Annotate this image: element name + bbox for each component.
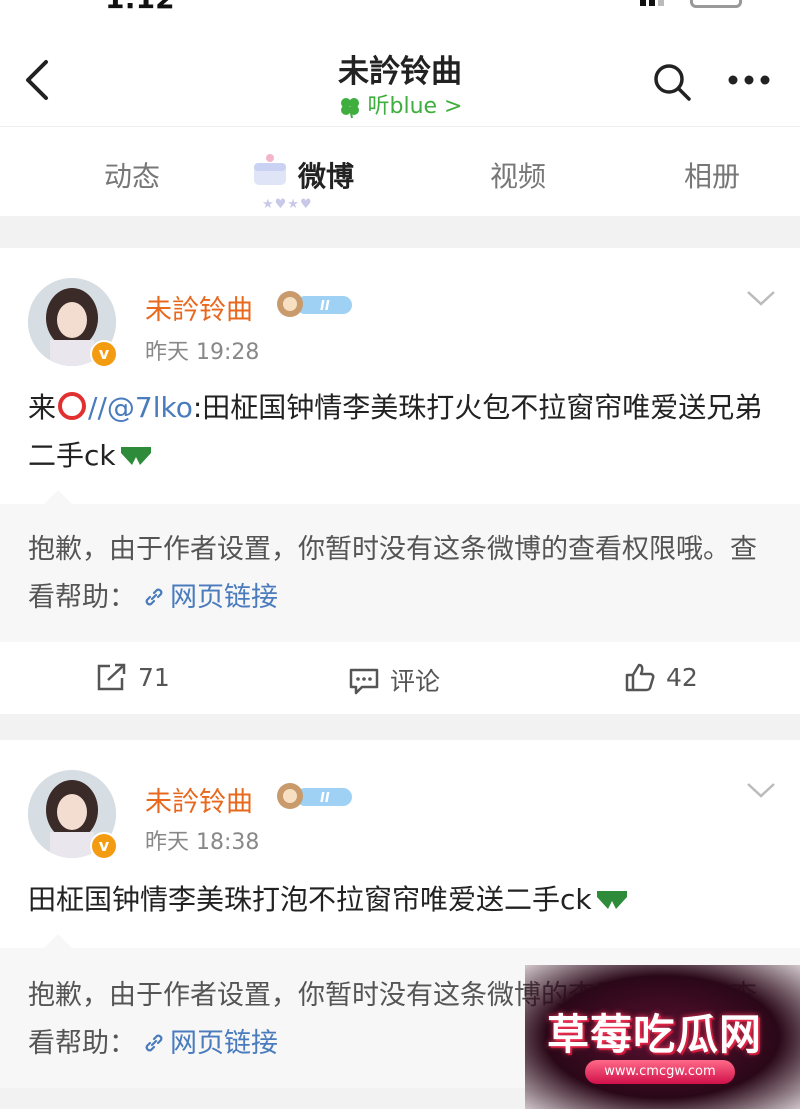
repost-icon <box>97 663 126 691</box>
green-shorts-icon <box>120 447 151 465</box>
tab-weibo[interactable]: 微博 <box>298 155 354 195</box>
tab-video[interactable]: 视频 <box>490 155 546 195</box>
restricted-quote: 抱歉，由于作者设置，你暂时没有这条微博的查看权限哦。查看帮助： 网页链接 <box>0 490 800 642</box>
post-text: 田柾国钟情李美珠打泡不拉窗帘唯爱送二手ck <box>28 883 592 916</box>
weibo-post: v 未訡铃曲 II 昨天 19:28 来//@7lko:田柾国钟情李美珠打火包不… <box>0 248 800 504</box>
more-icon[interactable] <box>728 74 770 86</box>
watermark-url: www.cmcgw.com <box>585 1060 735 1084</box>
post-body: 田柾国钟情李美珠打泡不拉窗帘唯爱送二手ck <box>28 876 778 924</box>
search-icon[interactable] <box>652 62 692 102</box>
comment-label: 评论 <box>390 667 441 696</box>
link-icon <box>145 1034 163 1052</box>
green-shorts-icon <box>596 891 627 909</box>
quote-caret <box>44 934 72 948</box>
post-time: 昨天 18:38 <box>145 830 260 855</box>
web-link-label: 网页链接 <box>170 1028 278 1059</box>
star-decoration: ★♥★♥ <box>262 197 313 212</box>
link-icon <box>145 588 163 606</box>
thumbs-up-icon <box>625 663 655 692</box>
comment-button[interactable]: 评论 <box>348 662 440 698</box>
battery-icon <box>690 0 742 8</box>
post-body: 来//@7lko:田柾国钟情李美珠打火包不拉窗帘唯爱送兄弟二手ck <box>28 384 778 480</box>
verified-badge: v <box>90 340 118 368</box>
mention-link[interactable]: //@7lko <box>88 391 193 424</box>
web-link-label: 网页链接 <box>170 582 278 613</box>
quote-caret <box>44 490 72 504</box>
restricted-notice: 抱歉，由于作者设置，你暂时没有这条微博的查看权限哦。查看帮助： 网页链接 <box>28 526 778 622</box>
like-button[interactable]: 42 <box>624 662 698 692</box>
fan-level-badge: II <box>277 783 352 809</box>
red-circle-icon <box>58 392 87 420</box>
subtitle-text: 听blue > <box>367 94 463 119</box>
author-name[interactable]: 未訡铃曲 <box>145 780 253 819</box>
profile-tabs: 动态 微博 ★♥★♥ 视频 相册 <box>0 126 800 216</box>
clover-icon <box>340 98 359 119</box>
tab-album[interactable]: 相册 <box>684 155 740 195</box>
status-bar: 1:12 <box>0 0 800 14</box>
repost-count: 71 <box>138 663 170 692</box>
post-actions: 71 评论 42 <box>0 642 800 714</box>
like-count: 42 <box>666 663 698 692</box>
watermark-title: 草莓吃瓜网 <box>547 1010 763 1059</box>
verified-badge: v <box>90 832 118 860</box>
fan-level-badge: II <box>277 291 352 317</box>
signal-icon <box>640 0 664 6</box>
web-link[interactable]: 网页链接 <box>136 1028 278 1059</box>
watermark: 草莓吃瓜网 www.cmcgw.com <box>525 965 800 1109</box>
status-time: 1:12 <box>105 0 175 14</box>
web-link[interactable]: 网页链接 <box>136 582 278 613</box>
comment-icon <box>349 668 379 695</box>
weibo-post: v 未訡铃曲 II 昨天 18:38 田柾国钟情李美珠打泡不拉窗帘唯爱送二手ck <box>0 740 800 948</box>
post-text-prefix: 来 <box>28 391 57 424</box>
author-name[interactable]: 未訡铃曲 <box>145 288 253 327</box>
chevron-down-icon[interactable] <box>745 780 777 800</box>
svg-text:II: II <box>320 791 330 806</box>
tab-dynamic[interactable]: 动态 <box>104 155 160 195</box>
svg-text:II: II <box>320 299 330 314</box>
post-time: 昨天 19:28 <box>145 340 260 365</box>
cake-icon <box>254 154 286 185</box>
nav-header: 未訡铃曲 听blue > <box>0 14 800 126</box>
repost-button[interactable]: 71 <box>96 662 170 692</box>
chevron-down-icon[interactable] <box>745 288 777 308</box>
